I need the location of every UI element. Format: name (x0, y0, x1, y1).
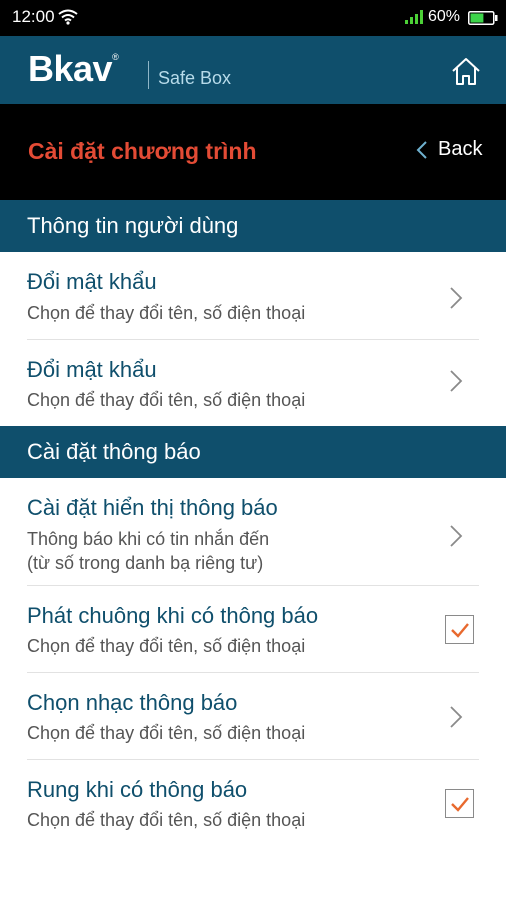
status-time: 12:00 (12, 7, 55, 26)
chevron-right-icon (450, 287, 463, 309)
settings-item-subtitle: Chọn để thay đổi tên, số điện thoại (27, 636, 306, 656)
settings-item-subtitle: Thông báo khi có tin nhắn đến (27, 529, 270, 549)
battery-icon (468, 11, 498, 30)
chevron-right-icon (450, 525, 463, 547)
settings-item-title: Cài đặt hiển thị thông báo (27, 495, 278, 520)
status-bar: 12:00 60% (0, 0, 506, 36)
settings-item-title: Rung khi có thông báo (27, 777, 248, 802)
chevron-left-icon (416, 140, 427, 159)
vibrate-checkbox[interactable] (445, 789, 474, 818)
home-icon (452, 58, 480, 85)
section-header-notification-settings: Cài đặt thông báo (0, 426, 506, 478)
settings-item-title: Phát chuông khi có thông báo (27, 603, 319, 628)
chevron-right-icon (450, 706, 463, 728)
settings-item-subtitle: Chọn để thay đổi tên, số điện thoại (27, 390, 306, 410)
checkmark-icon (451, 623, 469, 638)
settings-item-vibrate-on-notification[interactable]: Rung khi có thông báo Chọn để thay đổi t… (0, 760, 506, 848)
page-title: Cài đặt chương trình (28, 138, 257, 164)
section-header-user-info: Thông tin người dùng (0, 200, 506, 252)
settings-item-title: Đổi mật khẩu (27, 357, 157, 382)
settings-item-subtitle: Chọn để thay đổi tên, số điện thoại (27, 723, 306, 743)
wifi-icon (58, 9, 78, 30)
settings-item-title: Chọn nhạc thông báo (27, 690, 238, 715)
settings-item-subtitle: Chọn để thay đổi tên, số điện thoại (27, 810, 306, 830)
title-bar: Cài đặt chương trình Back (0, 104, 506, 200)
settings-item-subtitle-line2: (từ số trong danh bạ riêng tư) (27, 553, 264, 573)
home-button[interactable] (450, 56, 482, 88)
back-label: Back (438, 138, 483, 160)
settings-item-change-password[interactable]: Đổi mật khẩu Chọn để thay đổi tên, số đi… (0, 252, 506, 340)
app-header: Bkav® Safe Box (0, 36, 506, 104)
settings-item-choose-ringtone[interactable]: Chọn nhạc thông báo Chọn để thay đổi tên… (0, 673, 506, 760)
settings-item-notification-display[interactable]: Cài đặt hiển thị thông báo Thông báo khi… (0, 478, 506, 586)
product-name: Safe Box (158, 68, 232, 88)
settings-item-title: Đổi mật khẩu (27, 269, 157, 294)
battery-fill (470, 13, 484, 23)
battery-percent: 60% (428, 8, 461, 25)
ring-checkbox[interactable] (445, 615, 474, 644)
chevron-right-icon (450, 370, 463, 392)
back-button[interactable]: Back (416, 138, 482, 161)
brand-name: Bkav (28, 48, 113, 89)
settings-item-subtitle: Chọn để thay đổi tên, số điện thoại (27, 303, 306, 323)
settings-item-ring-on-notification[interactable]: Phát chuông khi có thông báo Chọn để tha… (0, 586, 506, 673)
brand-registered-mark: ® (112, 52, 119, 62)
brand-divider (148, 61, 149, 89)
settings-item-change-password-2[interactable]: Đổi mật khẩu Chọn để thay đổi tên, số đi… (0, 340, 506, 426)
cellular-signal-icon (405, 10, 423, 29)
checkmark-icon (451, 797, 469, 812)
brand-logo: Bkav® (28, 48, 119, 90)
